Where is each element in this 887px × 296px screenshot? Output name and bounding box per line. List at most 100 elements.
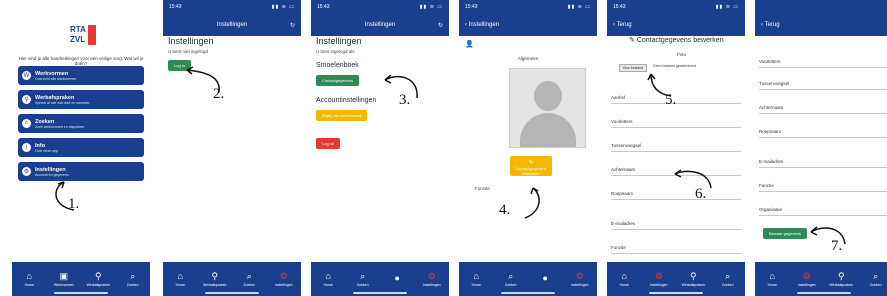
- step-label-3: 3.: [399, 92, 411, 108]
- settings-icon: ⚙: [427, 271, 436, 281]
- menu-item-werkvormen[interactable]: W Werkvormen Overzicht alle werkvormen: [18, 66, 144, 85]
- tab-bar: ⌂ Home ⚙ Instellingen ⚲ Werkafspraken ⌕ Zoek…: [755, 262, 887, 296]
- field-emailadres[interactable]: E-mailadres: [759, 150, 887, 168]
- edit-contact-button[interactable]: ✎ Contactgegevens bewerken: [510, 156, 552, 176]
- field-tussenvoegsel[interactable]: Tussenvoegsel: [759, 72, 887, 90]
- screen-edit-contact: 15:43 ▮▮ ≋ ▭ ‹ Terug ✎ Contactgegevens be…: [607, 0, 745, 296]
- menu-item-werkafspraken[interactable]: ⚲ Werkafspraken Spreek af wie wat doet en…: [18, 90, 144, 109]
- tab-bar: ⌂ Home ⚙ Instellingen ⚲ Werkafspraken ⌕ Zoek…: [607, 262, 745, 296]
- search-icon: ⌕: [360, 271, 366, 281]
- chat-icon: ●: [542, 273, 548, 283]
- tab-zoeken[interactable]: ⌕ Zoeken: [717, 271, 739, 287]
- screen-profile: 15:43 ▮▮ ≋ ▭ ‹ Instellingen 👤 Algemeen ✎ …: [459, 0, 597, 296]
- logo-text-2: ZVL: [70, 35, 86, 44]
- tab-zoeken[interactable]: ⌕ Zoeken: [238, 271, 260, 287]
- field-voorletters[interactable]: Voorletters: [759, 50, 887, 68]
- field-functie[interactable]: Functie: [759, 174, 887, 192]
- logo-flag: [88, 25, 96, 45]
- tab-werkafspraken[interactable]: ⚲ Werkafspraken: [203, 271, 226, 287]
- settings-icon: ⚙: [575, 271, 584, 281]
- back-button[interactable]: ‹ Terug: [761, 22, 780, 28]
- status-icons: ▮▮ ≋ ▭: [271, 4, 295, 10]
- tab-instellingen[interactable]: ⚙ Instellingen: [648, 271, 670, 287]
- home-icon: ⌂: [621, 271, 627, 281]
- menu-subtitle: Zoek werkvormen en afspraken: [35, 124, 85, 129]
- refresh-icon[interactable]: ↻: [275, 22, 295, 29]
- user-search-icon: ⚲: [94, 271, 102, 281]
- status-time: 15:43: [613, 4, 626, 10]
- settings-icon: ⚙: [802, 271, 811, 281]
- page-title: ✎ Contactgegevens bewerken: [629, 37, 724, 44]
- step-arrow-7: [810, 226, 846, 245]
- field-achternaam[interactable]: Achternaam: [759, 96, 887, 114]
- tab-home[interactable]: ⌂ Home: [613, 271, 635, 287]
- logo-text-1: RTA: [70, 25, 86, 34]
- field-emailadres[interactable]: E-mailadres: [611, 212, 741, 230]
- werkvormen-icon: W: [22, 71, 31, 80]
- tab-home[interactable]: ⌂ Home: [317, 271, 339, 287]
- home-icon: ⌂: [177, 271, 183, 281]
- tab-home[interactable]: ⌂ Home: [465, 271, 487, 287]
- tab-instellingen[interactable]: ⚙ Instellingen: [273, 271, 295, 287]
- home-icon: ⌂: [26, 271, 32, 281]
- status-icons: ▮▮ ≋ ▭: [567, 4, 591, 10]
- menu-subtitle: Over deze app: [35, 148, 58, 153]
- tab-instellingen[interactable]: ⚙ Instellingen: [421, 271, 443, 287]
- user-search-icon: ⚲: [837, 271, 845, 281]
- status-time: 15:43: [169, 4, 182, 10]
- change-password-button[interactable]: Wijzig uw wachtwoord: [316, 110, 368, 121]
- field-voorletters[interactable]: Voorletters: [611, 110, 741, 128]
- home-indicator: [649, 292, 703, 294]
- step-label-6: 6.: [695, 186, 707, 202]
- search-icon: ⌕: [873, 271, 879, 281]
- page-title: Instellingen: [316, 36, 362, 46]
- info-icon: i: [22, 143, 31, 152]
- menu-item-info[interactable]: i Info Over deze app: [18, 138, 144, 157]
- page-title: Instellingen: [168, 36, 214, 46]
- profile-photo-placeholder: [509, 68, 586, 148]
- tab-werkvormen[interactable]: ▣ Werkvormen: [53, 271, 75, 287]
- document-icon: ▣: [59, 271, 68, 281]
- contact-details-button[interactable]: Contactgegevens: [316, 75, 360, 86]
- login-status-text: U bent niet ingelogd: [168, 49, 209, 54]
- tab-home[interactable]: ⌂ Home: [169, 271, 191, 287]
- screen-home: RTA ZVL Hier vind je alle handreikingen …: [12, 0, 150, 296]
- tab-info[interactable]: ●: [386, 273, 408, 285]
- back-button[interactable]: ‹ Instellingen: [465, 22, 499, 28]
- menu-item-instellingen[interactable]: ⚙ Instellingen Account en gegevens: [18, 162, 144, 181]
- welcome-text: Hier vind je alle handreikingen voor een…: [18, 56, 144, 66]
- home-indicator: [54, 292, 108, 294]
- status-icons: ▮▮ ≋ ▭: [715, 4, 739, 10]
- refresh-icon[interactable]: ↻: [423, 22, 443, 29]
- tab-werkafspraken[interactable]: ⚲ Werkafspraken: [830, 271, 853, 287]
- tab-home[interactable]: ⌂ Home: [18, 271, 40, 287]
- user-search-icon: ⚲: [22, 95, 31, 104]
- nav-bar: 15:43 ▮▮ ≋ ▭ ‹ Instellingen: [459, 0, 597, 36]
- logout-button[interactable]: Log uit: [316, 138, 341, 149]
- section-title: Algemeen: [517, 56, 539, 61]
- tab-zoeken[interactable]: ⌕ Zoeken: [352, 271, 374, 287]
- tab-zoeken[interactable]: ⌕ Zoeken: [865, 271, 887, 287]
- search-icon: ⌕: [130, 271, 136, 281]
- tab-info[interactable]: ●: [534, 273, 556, 285]
- home-indicator: [797, 292, 851, 294]
- back-button[interactable]: ‹ Terug: [613, 22, 632, 28]
- field-organisatie[interactable]: Organisatie: [759, 198, 887, 216]
- tab-instellingen[interactable]: ⚙ Instellingen: [796, 271, 818, 287]
- menu-item-zoeken[interactable]: ⌕ Zoeken Zoek werkvormen en afspraken: [18, 114, 144, 133]
- nav-bar: 15:43 ▮▮ ≋ ▭ Instellingen ↻: [311, 0, 449, 36]
- nav-title: Instellingen: [364, 22, 396, 28]
- tab-werkafspraken[interactable]: ⚲ Werkafspraken: [682, 271, 705, 287]
- field-functie[interactable]: Functie: [611, 236, 741, 254]
- tab-bar: ⌂ Home ▣ Werkvormen ⚲ Werkafspraken ⌕ Zoeken: [12, 262, 150, 296]
- save-button[interactable]: Bewaar gegevens: [763, 228, 808, 239]
- tab-instellingen[interactable]: ⚙ Instellingen: [569, 271, 591, 287]
- tab-zoeken[interactable]: ⌕ Zoeken: [122, 271, 144, 287]
- field-tussenvoegsel[interactable]: Tussenvoegsel: [611, 134, 741, 152]
- field-roepnaam[interactable]: Roepnaam: [759, 120, 887, 138]
- login-status-text: U bent ingelogd als: [316, 49, 355, 54]
- tab-home[interactable]: ⌂ Home: [761, 271, 783, 287]
- tab-zoeken[interactable]: ⌕ Zoeken: [500, 271, 522, 287]
- tab-werkafspraken[interactable]: ⚲ Werkafspraken: [87, 271, 110, 287]
- choose-file-button[interactable]: Kies bestand: [619, 64, 648, 72]
